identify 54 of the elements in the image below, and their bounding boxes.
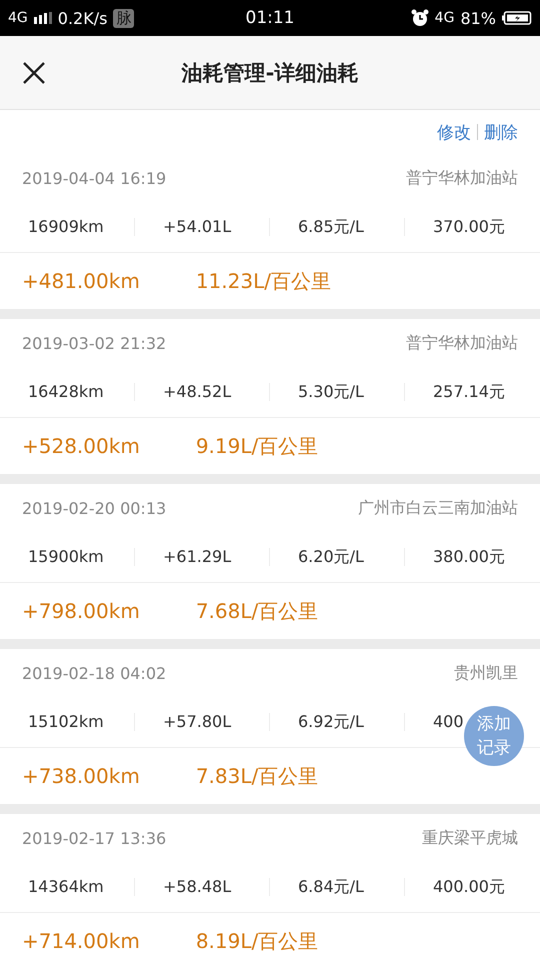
fuel-consumption: 8.19L/百公里 [196, 928, 318, 954]
record-datetime: 2019-04-04 16:19 [22, 168, 166, 188]
fuel-amount: +61.29L [163, 547, 232, 566]
fuel-consumption: 7.68L/百公里 [196, 598, 318, 624]
odometer-reading: 15900km [28, 547, 104, 566]
fuel-cost: 400 [433, 712, 464, 731]
battery-percent: 81% [460, 8, 496, 28]
record-datetime: 2019-02-17 13:36 [22, 828, 166, 848]
fuel-amount: +58.48L [163, 877, 232, 896]
odometer-reading: 16909km [28, 217, 104, 236]
action-link[interactable]: 修改 [437, 120, 471, 144]
fuel-amount: +54.01L [163, 217, 232, 236]
distance-driven: +798.00km [22, 599, 140, 623]
network-label: 4G [434, 10, 454, 26]
network-label: 4G [8, 10, 28, 26]
distance-driven: +528.00km [22, 434, 140, 458]
fuel-consumption: 11.23L/百公里 [196, 268, 331, 294]
action-link[interactable]: 删除 [484, 120, 518, 144]
fuel-consumption: 7.83L/百公里 [196, 762, 318, 790]
station-name: 普宁华林加油站 [406, 332, 518, 354]
app-badge: 脉 [113, 8, 134, 28]
alarm-clock-icon [410, 9, 429, 27]
station-name: 贵州凯里 [454, 662, 518, 684]
odometer-reading: 14364km [28, 877, 104, 896]
record-datetime: 2019-02-20 00:13 [22, 498, 166, 518]
distance-driven: +714.00km [22, 929, 140, 953]
page-title: 油耗管理-详细油耗 [182, 60, 358, 86]
fuel-cost: 400.00元 [433, 877, 505, 896]
odometer-reading: 15102km [28, 712, 104, 731]
station-name: 广州市白云三南加油站 [358, 498, 518, 518]
distance-driven: +738.00km [22, 764, 140, 788]
fuel-amount: +48.52L [163, 382, 232, 401]
clock-time: 01:11 [246, 8, 294, 28]
distance-driven: +481.00km [22, 269, 140, 293]
station-name: 重庆梁平虎城 [422, 828, 518, 848]
fuel-cost: 370.00元 [433, 217, 505, 236]
add-record-button[interactable]: 添加 记录 [464, 706, 524, 766]
network-speed: 0.2K/s [58, 8, 108, 28]
unit-price: 6.84元/L [298, 877, 364, 896]
close-button[interactable] [22, 61, 46, 85]
fuel-cost: 380.00元 [433, 547, 505, 566]
unit-price: 6.20元/L [298, 547, 364, 566]
fuel-cost: 257.14元 [433, 382, 505, 401]
unit-price: 5.30元/L [298, 382, 364, 401]
odometer-reading: 16428km [28, 382, 104, 401]
fuel-amount: +57.80L [163, 712, 232, 731]
record-datetime: 2019-03-02 21:32 [22, 334, 166, 352]
record-datetime: 2019-02-18 04:02 [22, 664, 166, 682]
signal-icon [34, 12, 52, 24]
fuel-consumption: 9.19L/百公里 [196, 432, 318, 460]
station-name: 普宁华林加油站 [406, 168, 518, 188]
unit-price: 6.85元/L [298, 217, 364, 236]
unit-price: 6.92元/L [298, 712, 364, 731]
battery-charging-icon [502, 11, 532, 25]
